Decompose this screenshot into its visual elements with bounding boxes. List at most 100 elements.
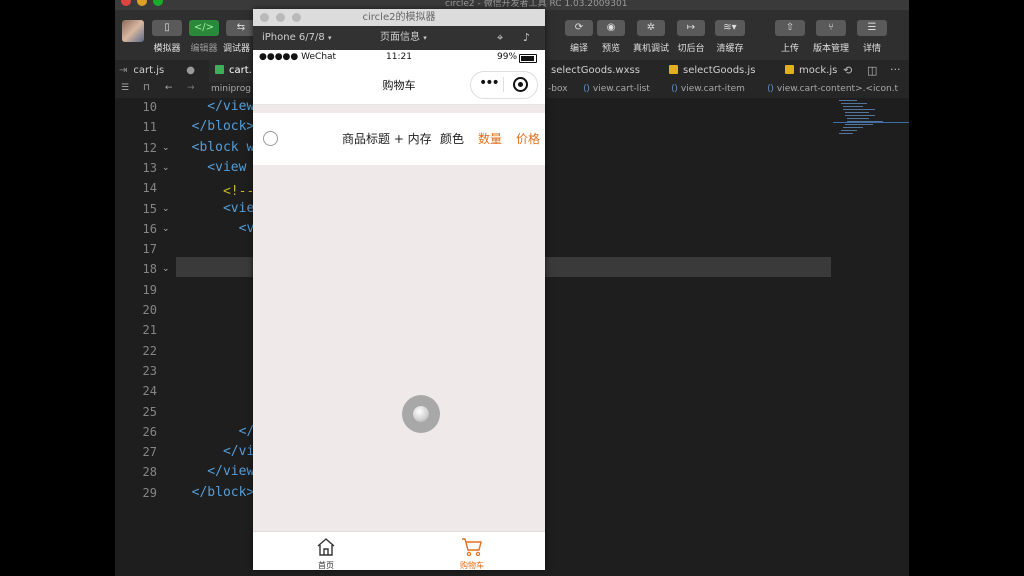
fold-chevron-icon[interactable]: ⌄ [162, 204, 170, 214]
select-all-radio[interactable] [263, 131, 278, 146]
details-label: 详情 [862, 44, 881, 54]
breadcrumb-root[interactable]: miniprog [211, 84, 251, 94]
refresh-icon[interactable]: ⟳ [565, 20, 593, 36]
code-line[interactable]: </view> [176, 464, 262, 479]
back-arrow-icon[interactable]: ← [165, 83, 173, 93]
tab-mock-js[interactable]: mock.js [785, 60, 839, 82]
line-number: 13 [142, 160, 157, 175]
tab-home[interactable]: 首页 [253, 532, 399, 570]
tab-cart-js[interactable]: ⇥ cart.js ● [119, 60, 201, 82]
phone-status-bar: ●●●●● WeChat 11:21 99% [253, 50, 545, 66]
chevron-down-icon: ▾ [327, 34, 332, 42]
device-label: iPhone 6/7/8 [262, 32, 325, 43]
tab-selectgoods-js[interactable]: selectGoods.js [669, 60, 769, 82]
close-window-icon[interactable] [260, 13, 269, 22]
cart-icon [462, 538, 482, 557]
fold-chevron-icon[interactable]: ⌄ [162, 163, 170, 173]
bookmark-icon[interactable]: ⊓ [143, 83, 150, 93]
bug-icon[interactable]: ✲ [637, 20, 665, 36]
line-number: 27 [142, 445, 157, 460]
pin-icon[interactable]: ⌖ [497, 26, 503, 50]
carrier-text: ●●●●● WeChat [259, 52, 337, 62]
home-icon [317, 538, 335, 556]
minimize-window-icon[interactable] [137, 0, 147, 6]
upload-label: 上传 [780, 44, 799, 54]
forward-arrow-icon[interactable]: → [187, 83, 195, 93]
zoom-window-icon[interactable] [292, 13, 301, 22]
menu-icon[interactable]: ☰ [857, 20, 887, 36]
line-number: 18 [142, 262, 157, 277]
breadcrumb-item[interactable]: -box [548, 84, 568, 94]
js-file-icon [785, 65, 794, 74]
tab-selectgoods-wxss[interactable]: selectGoods.wxss [551, 60, 651, 82]
bottom-tabbar: 首页 购物车 [253, 531, 545, 570]
split-history-icon[interactable]: ⟲ [843, 64, 852, 77]
mute-icon[interactable]: ♪ [523, 26, 530, 50]
debug-icon[interactable]: ⇆ [226, 20, 256, 36]
simulator-toolbar: iPhone 6/7/8 ▾ 页面信息 ▾ ⌖ ♪ [253, 26, 545, 50]
minimize-window-icon[interactable] [276, 13, 285, 22]
line-number: 20 [142, 303, 157, 317]
header-color: 颜色 [440, 132, 465, 146]
eye-icon[interactable]: ◉ [597, 20, 625, 36]
line-number: 26 [142, 424, 157, 439]
ide-title: circle2 - 微信开发者工具 RC 1.03.2009301 [445, 0, 628, 9]
more-icon[interactable]: ··· [890, 63, 901, 76]
capsule-button: ••• [470, 71, 538, 99]
zoom-window-icon[interactable] [153, 0, 163, 6]
page-info-select[interactable]: 页面信息 ▾ [380, 26, 427, 50]
version-label: 版本管理 [812, 44, 849, 54]
device-select[interactable]: iPhone 6/7/8 ▾ [262, 26, 331, 50]
breadcrumb-label: view.cart-content>.<icon.t [776, 84, 899, 94]
battery-percent: 99% [497, 52, 518, 62]
tab-label: selectGoods.wxss [551, 65, 640, 76]
code-line[interactable]: </block> [176, 119, 255, 134]
wxml-file-icon [215, 65, 224, 74]
line-number: 28 [142, 465, 157, 480]
breadcrumb-item[interactable]: ⟨⟩ view.cart-item [671, 84, 745, 94]
battery-icon [519, 54, 537, 63]
code-line[interactable]: </block> [176, 485, 255, 500]
breadcrumb-label: view.cart-list [592, 84, 650, 94]
branch-icon[interactable]: ⑂ [816, 20, 846, 36]
chevron-down-icon: ▾ [423, 34, 427, 42]
fold-chevron-icon[interactable]: ⌄ [162, 143, 170, 153]
close-miniprogram-icon[interactable] [513, 77, 528, 92]
line-number: 24 [142, 384, 157, 399]
tab-cart-wxml[interactable]: cart. [209, 60, 259, 82]
clear-cache-label: 清缓存 [716, 44, 744, 54]
assistive-touch-button[interactable] [402, 395, 440, 433]
tab-cart[interactable]: 购物车 [399, 532, 545, 570]
fold-chevron-icon[interactable]: ⌄ [162, 224, 170, 234]
minimap[interactable] [833, 98, 909, 158]
line-number: 25 [142, 404, 157, 419]
code-line[interactable]: </view> [176, 99, 262, 114]
list-icon[interactable]: ☰ [121, 83, 129, 93]
tab-label: mock.js [799, 65, 838, 76]
avatar[interactable] [122, 20, 144, 42]
line-number: 19 [142, 282, 157, 297]
phone-icon[interactable]: ▯ [152, 20, 182, 36]
simulator-titlebar: circle2的模拟器 [253, 9, 545, 26]
breadcrumb-item[interactable]: ⟨⟩ view.cart-content>.<icon.t [767, 84, 898, 94]
header-quantity: 数量 [478, 132, 503, 146]
split-editor-icon[interactable]: ◫ [867, 64, 877, 77]
line-number: 15 [142, 201, 157, 216]
breadcrumb-label: view.cart-item [680, 84, 745, 94]
breadcrumb-item[interactable]: ⟨⟩ view.cart-list [583, 84, 650, 94]
tab-cart-label: 购物车 [460, 561, 484, 570]
upload-icon[interactable]: ⇧ [775, 20, 805, 36]
layers-icon[interactable]: ≋▾ [715, 20, 745, 36]
preview-label: 预览 [601, 44, 620, 54]
background-label: 切后台 [677, 44, 705, 54]
switch-icon[interactable]: ↦ [677, 20, 705, 36]
line-number: 12 [142, 140, 157, 155]
code-icon[interactable]: </> [189, 20, 219, 36]
header-title: 商品标题 + 内存 [342, 132, 432, 146]
close-window-icon[interactable] [121, 0, 131, 6]
line-number: 22 [142, 343, 157, 358]
tab-home-label: 首页 [318, 561, 334, 570]
more-dots-icon[interactable]: ••• [479, 75, 500, 91]
line-number: 14 [142, 181, 157, 196]
fold-chevron-icon[interactable]: ⌄ [162, 264, 170, 274]
